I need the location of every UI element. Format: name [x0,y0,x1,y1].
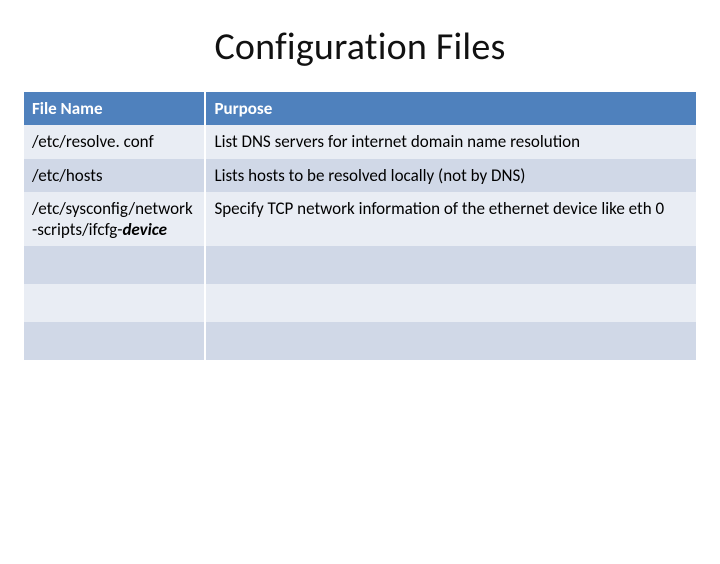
table-row [24,322,696,360]
slide: Configuration Files File Name Purpose /e… [0,24,720,564]
cell-purpose: List DNS servers for internet domain nam… [205,125,696,158]
cell-purpose [205,322,696,360]
col-header-file-name: File Name [24,92,205,125]
cell-file-name: /etc/sysconfig/network-scripts/ifcfg-dev… [24,192,205,247]
cell-file-name [24,284,205,322]
file-name-base: /etc/sysconfig/network-scripts/ifcfg- [32,198,193,240]
cell-file-name: /etc/hosts [24,159,205,192]
cell-file-name: /etc/resolve. conf [24,125,205,158]
table-row [24,284,696,322]
cell-purpose: Lists hosts to be resolved locally (not … [205,159,696,192]
col-header-purpose: Purpose [205,92,696,125]
cell-purpose [205,284,696,322]
file-name-base: /etc/resolve. conf [32,131,154,152]
table-row: /etc/resolve. conf List DNS servers for … [24,125,696,158]
file-name-base: /etc/hosts [32,165,103,186]
cell-purpose: Specify TCP network information of the e… [205,192,696,247]
config-files-table: File Name Purpose /etc/resolve. conf Lis… [24,92,696,360]
cell-file-name [24,322,205,360]
table-header-row: File Name Purpose [24,92,696,125]
table-row: /etc/hosts Lists hosts to be resolved lo… [24,159,696,192]
config-files-table-wrap: File Name Purpose /etc/resolve. conf Lis… [24,92,696,360]
table-row [24,246,696,284]
file-name-em: device [122,219,167,240]
cell-file-name [24,246,205,284]
cell-purpose [205,246,696,284]
slide-title: Configuration Files [0,24,720,70]
table-row: /etc/sysconfig/network-scripts/ifcfg-dev… [24,192,696,247]
